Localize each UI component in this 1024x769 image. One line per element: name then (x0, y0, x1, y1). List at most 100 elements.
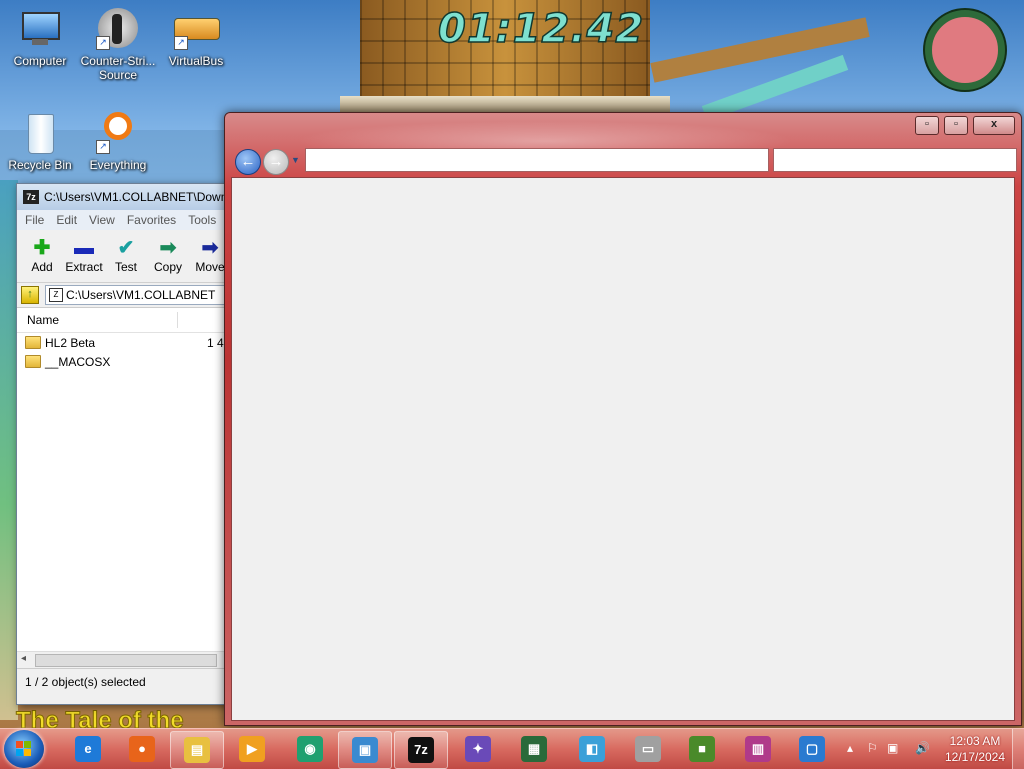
list-item[interactable]: __MACOSX (17, 352, 231, 371)
clock-time: 12:03 AM (949, 734, 1001, 748)
shortcut-arrow-icon: ↗ (96, 140, 110, 154)
taskbar-app-button[interactable]: ▶ (226, 731, 278, 767)
7zip-window[interactable]: 7z C:\Users\VM1.COLLABNET\Downl File Edi… (16, 183, 232, 705)
up-folder-icon[interactable]: ↑ (21, 286, 39, 304)
7zip-window-title: C:\Users\VM1.COLLABNET\Downl (44, 190, 231, 204)
taskbar-app-button[interactable]: ▦ (508, 731, 560, 767)
name-column-header[interactable]: Name (17, 308, 231, 333)
taskbar-app-button[interactable]: ● (116, 731, 168, 767)
taskbar-app-button[interactable]: ▣ (338, 731, 392, 769)
desktop-icon-everything[interactable]: ↗ Everything (78, 112, 158, 172)
taskbar-app-button[interactable]: ▥ (732, 731, 784, 767)
history-dropdown-icon[interactable]: ▼ (291, 155, 300, 165)
test-icon: ✔ (117, 237, 135, 259)
list-item-name: HL2 Beta (45, 335, 96, 350)
copy-button[interactable]: ➡ Copy (147, 230, 189, 282)
taskbar-app-button[interactable]: ▭ (622, 731, 674, 767)
taskbar-clock[interactable]: 12:03 AM 12/17/2024 (940, 733, 1010, 765)
taskbar-app-button[interactable]: ◧ (566, 731, 618, 767)
7zip-icon: 7z (408, 737, 434, 763)
back-arrow-icon[interactable]: ← (235, 149, 261, 175)
desktop-icon-counter-strike[interactable]: ↗ Counter-Stri... Source (78, 8, 158, 82)
7zip-file-list[interactable]: HL2 Beta 1 4 __MACOSX (17, 333, 231, 651)
test-button[interactable]: ✔ Test (105, 230, 147, 282)
extract-button-label: Extract (65, 260, 103, 274)
taskbar: e ● ▤ ▶ ◉ ▣ 7z ✦ ▦ ◧ ▭ ■ ▥ ▢ ▴ ⚐ ▣ 🔊 12:03 AM 12/17/2… (0, 728, 1024, 769)
desktop-icon-recycle-bin[interactable]: Recycle Bin (0, 112, 80, 172)
shortcut-arrow-icon: ↗ (174, 36, 188, 50)
desktop-icon-virtualbus[interactable]: ↗ VirtualBus (156, 8, 236, 68)
minimize-button[interactable]: ▫ (915, 116, 939, 135)
browser-content-area[interactable] (231, 177, 1015, 721)
menu-favorites[interactable]: Favorites (127, 213, 176, 227)
desktop-icon-label: VirtualBus (168, 54, 224, 68)
show-hidden-icons-icon[interactable]: ▴ (847, 741, 853, 755)
desktop-icon-label: Everything (89, 158, 147, 172)
extract-icon: ▬ (74, 237, 94, 259)
7zip-address-bar: ↑ Z C:\Users\VM1.COLLABNET (17, 283, 231, 308)
taskbar-app-button[interactable]: 7z (394, 731, 448, 769)
taskbar-app-button[interactable]: ▤ (170, 731, 224, 769)
desktop-icon-label: Computer (13, 54, 67, 68)
list-item-name: __MACOSX (45, 354, 111, 369)
add-icon: ✚ (33, 237, 51, 259)
7zip-titlebar[interactable]: 7z C:\Users\VM1.COLLABNET\Downl (17, 184, 231, 210)
scroll-left-icon[interactable]: ◂ (21, 653, 26, 664)
7zip-toolbar: ✚ Add ▬ Extract ✔ Test ➡ Copy ➡ Move (17, 230, 231, 283)
wallpaper-timer: 01:12.42 (437, 5, 645, 53)
minecraft-icon: ■ (689, 736, 715, 762)
close-button[interactable]: x (973, 116, 1015, 135)
scrollbar-thumb[interactable] (35, 654, 217, 667)
everything-search-icon: ↗ (94, 112, 142, 156)
remote-desktop-icon: ▢ (799, 736, 825, 762)
menu-file[interactable]: File (25, 213, 44, 227)
computer-icon (16, 8, 64, 52)
volume-icon[interactable]: 🔊 (915, 741, 930, 755)
drive-icon: ▭ (635, 736, 661, 762)
menu-view[interactable]: View (89, 213, 115, 227)
7zip-app-icon: 7z (23, 190, 39, 204)
desktop-icon-label: Counter-Stri... Source (80, 54, 156, 82)
windows-logo-icon (16, 741, 32, 757)
start-button[interactable] (4, 730, 44, 768)
desktop-icon-label: Recycle Bin (8, 158, 72, 172)
7zip-menubar: File Edit View Favorites Tools (17, 210, 231, 230)
taskbar-app-button[interactable]: ▢ (786, 731, 838, 767)
address-input[interactable] (305, 148, 769, 172)
maximize-button[interactable]: ▫ (944, 116, 968, 135)
menu-tools[interactable]: Tools (188, 213, 216, 227)
taskbar-app-button[interactable]: ◉ (284, 731, 336, 767)
horizontal-scrollbar[interactable]: ◂ (17, 651, 231, 668)
desktop-icon-computer[interactable]: Computer (0, 8, 80, 68)
winrar-icon: ▥ (745, 736, 771, 762)
extract-button[interactable]: ▬ Extract (63, 230, 105, 282)
taskbar-app-button[interactable]: e (62, 731, 114, 767)
wallpaper-ledge (340, 96, 670, 112)
forward-arrow-icon[interactable]: → (263, 149, 289, 175)
wallpaper-radar (925, 10, 1005, 90)
taskbar-app-button[interactable]: ✦ (452, 731, 504, 767)
network-icon[interactable]: ▣ (887, 741, 898, 755)
copy-icon: ➡ (159, 237, 177, 259)
name-column-label: Name (27, 313, 60, 327)
network-monitor-icon: ▦ (521, 736, 547, 762)
list-item[interactable]: HL2 Beta 1 4 (17, 333, 231, 352)
folder-icon (25, 336, 41, 349)
test-button-label: Test (114, 260, 137, 274)
menu-edit[interactable]: Edit (56, 213, 77, 227)
column-separator[interactable] (177, 312, 178, 328)
file-explorer-icon: ▤ (184, 737, 210, 763)
browser-window[interactable]: ▫ ▫ x ← → ▼ (224, 112, 1022, 726)
taskbar-app-button[interactable]: ■ (676, 731, 728, 767)
recycle-bin-icon (16, 112, 64, 156)
media-player-icon: ▶ (239, 736, 265, 762)
chat-app-icon: ◉ (297, 736, 323, 762)
internet-explorer-icon: e (75, 736, 101, 762)
action-center-icon[interactable]: ⚐ (867, 741, 878, 755)
show-desktop-button[interactable] (1012, 729, 1024, 769)
search-input[interactable] (773, 148, 1017, 172)
hands-app-icon: ✦ (465, 736, 491, 762)
counter-strike-icon: ↗ (94, 8, 142, 52)
add-button[interactable]: ✚ Add (21, 230, 63, 282)
7zip-address-field[interactable]: Z C:\Users\VM1.COLLABNET (45, 285, 231, 305)
